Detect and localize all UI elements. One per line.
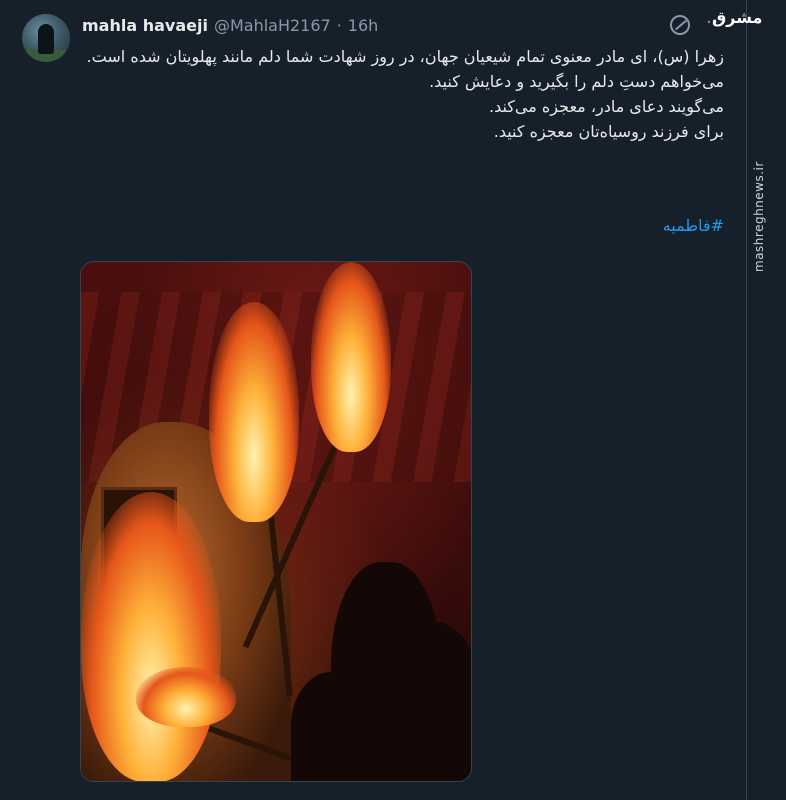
header-separator: · [336, 15, 342, 35]
tweet-text: زهرا (س)، ای مادر معنوی تمام شیعیان جهان… [82, 44, 724, 144]
tweet-photo[interactable] [80, 261, 472, 782]
avatar-figure [38, 24, 54, 54]
photo-flame [81, 492, 221, 781]
author-name[interactable]: mahla havaeji [82, 16, 208, 35]
tweet-header: mahla havaeji @MahlaH2167 · 16h [82, 14, 378, 36]
photo-flame [136, 667, 236, 727]
photo-flame [209, 302, 299, 522]
photo-person [291, 672, 381, 781]
tweet-timestamp[interactable]: 16h [348, 16, 379, 35]
tweet-line: می‌خواهم دستِ دلم را بگیرید و دعایش کنید… [429, 72, 724, 91]
watermark-site: mashreghnews.ir [752, 161, 766, 272]
author-handle[interactable]: @MahlaH2167 [214, 16, 331, 35]
grok-icon[interactable] [670, 15, 690, 35]
timeline-divider [746, 0, 747, 800]
watermark-logo: مشرق [712, 8, 763, 27]
tweet-line: برای فرزند روسیاه‌تان معجزه کنید. [493, 122, 724, 141]
photo-person [381, 622, 471, 781]
photo-flame [311, 262, 391, 452]
tweet-line: زهرا (س)، ای مادر معنوی تمام شیعیان جهان… [86, 47, 724, 66]
avatar[interactable] [22, 14, 70, 62]
hashtag-link[interactable]: #فاطمیه [82, 216, 724, 235]
tweet-line: می‌گویند دعای مادر، معجزه می‌کند. [488, 97, 724, 116]
